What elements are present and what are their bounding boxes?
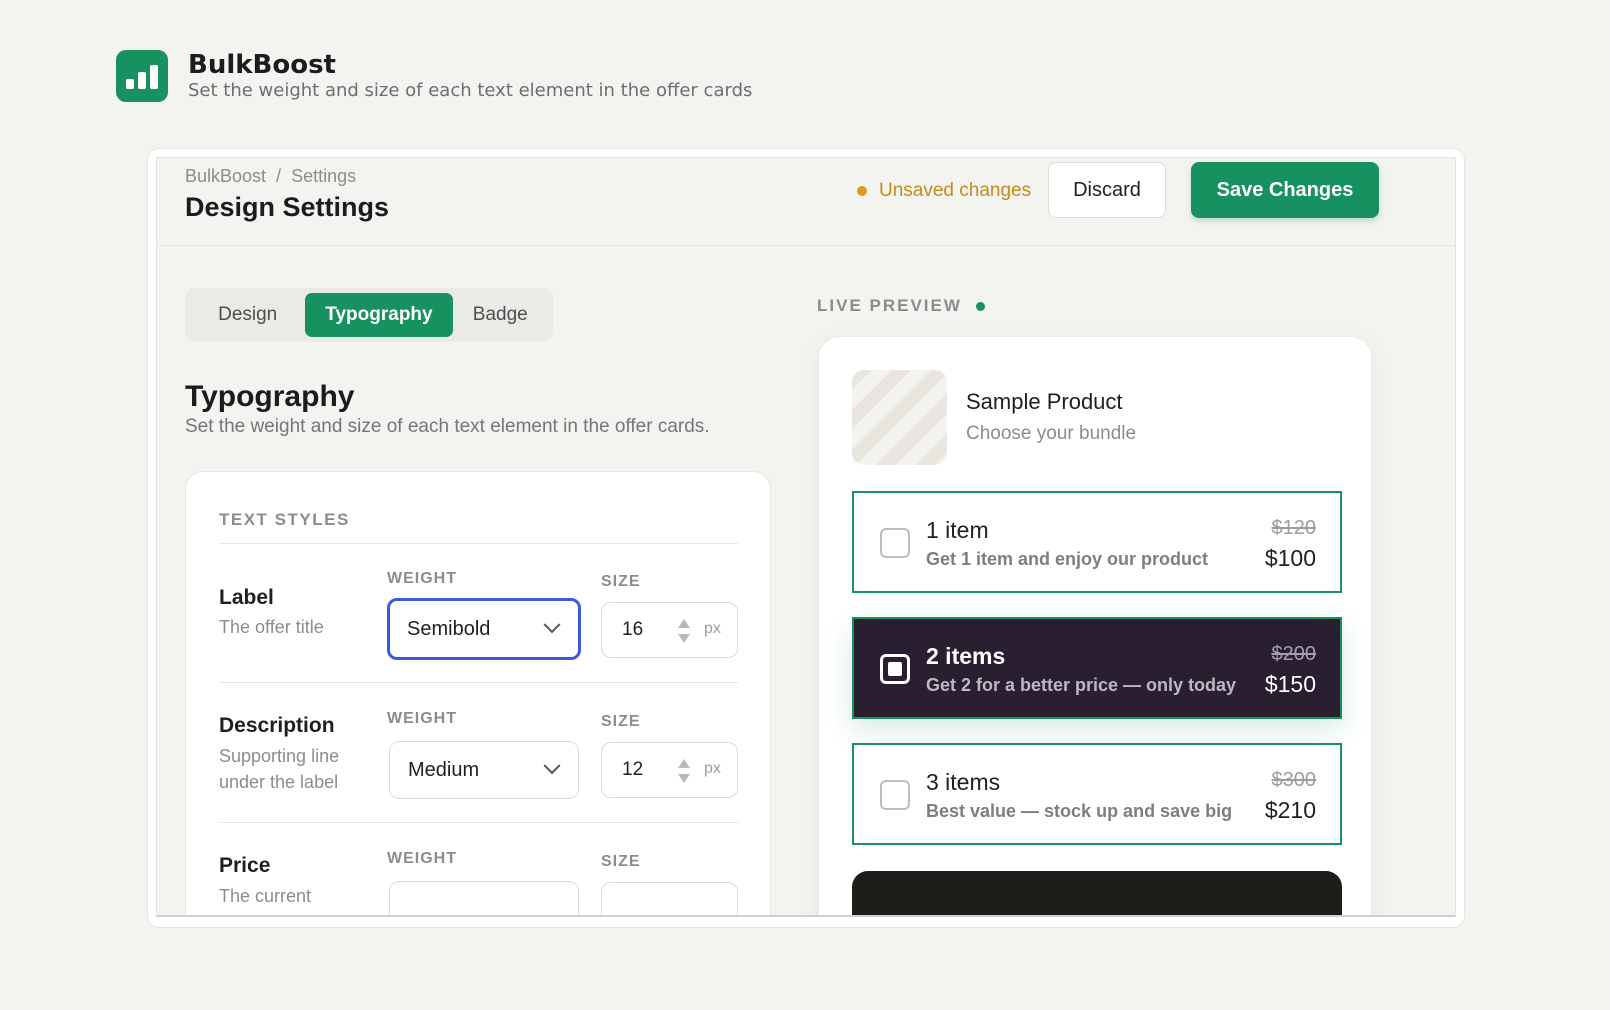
- offer-card-1[interactable]: 1 item Get 1 item and enjoy our product …: [852, 491, 1342, 593]
- weight-label: WEIGHT: [387, 850, 457, 867]
- offer-title: 2 items: [926, 643, 1006, 669]
- weight-label: WEIGHT: [387, 570, 457, 587]
- stepper-arrows-icon[interactable]: [678, 619, 690, 643]
- size-label: SIZE: [601, 573, 641, 590]
- app-frame: BulkBoost / Settings Design Settings Uns…: [147, 148, 1465, 928]
- offer-card-3[interactable]: 3 items Best value — stock up and save b…: [852, 743, 1342, 845]
- chevron-down-icon: [543, 616, 561, 634]
- unsaved-indicator: Unsaved changes: [857, 180, 1031, 202]
- offer-description: Get 2 for a better price — only today: [926, 675, 1237, 695]
- offer-old-price: $200: [1271, 643, 1317, 665]
- top-bar: BulkBoost / Settings Design Settings Uns…: [157, 158, 1455, 246]
- size-label: SIZE: [601, 713, 641, 730]
- size-label: SIZE: [601, 853, 641, 870]
- offer-card-2[interactable]: 2 items Get 2 for a better price — only …: [852, 617, 1342, 719]
- breadcrumb-separator: /: [276, 166, 282, 186]
- offer-description: Best value — stock up and save big: [926, 801, 1233, 821]
- breadcrumb: BulkBoost / Settings: [185, 166, 356, 187]
- tab-design[interactable]: Design: [190, 293, 305, 337]
- settings-tabs: Design Typography Badge: [185, 288, 553, 342]
- checkbox-icon[interactable]: [880, 528, 910, 558]
- description-size-input[interactable]: 12 px: [601, 742, 738, 798]
- tab-badge[interactable]: Badge: [453, 293, 548, 337]
- app-window: BulkBoost / Settings Design Settings Uns…: [156, 157, 1456, 917]
- status-dot-icon: [857, 186, 867, 196]
- row-description-hint: Supporting line under the label: [219, 746, 340, 792]
- offer-price: $150: [1264, 671, 1316, 697]
- offer-title: 3 items: [926, 769, 1001, 795]
- text-styles-card: TEXT STYLES Label The offer title WEIGHT…: [185, 471, 771, 915]
- checkbox-checked-icon[interactable]: [880, 654, 910, 684]
- breadcrumb-current[interactable]: Settings: [291, 166, 356, 187]
- live-preview-text: LIVE PREVIEW: [817, 296, 962, 315]
- product-subtitle: Choose your bundle: [966, 423, 1137, 444]
- label-weight-value: Semibold: [407, 617, 491, 640]
- description-size-value: 12: [622, 759, 644, 780]
- product-name: Sample Product: [966, 389, 1123, 414]
- weight-label: WEIGHT: [387, 710, 457, 727]
- page-title: Design Settings: [185, 192, 390, 222]
- discard-button[interactable]: Discard: [1048, 162, 1166, 218]
- unsaved-text: Unsaved changes: [879, 180, 1032, 201]
- row-price-title: Price: [219, 854, 271, 877]
- row-price-hint: The current: [219, 886, 312, 906]
- label-size-input[interactable]: 16 px: [601, 602, 738, 658]
- unit-label: px: [704, 620, 721, 637]
- add-to-cart-button[interactable]: [852, 871, 1342, 915]
- offer-price: $210: [1264, 797, 1316, 823]
- divider: [219, 682, 738, 683]
- label-size-value: 16: [622, 619, 644, 640]
- checkbox-icon[interactable]: [880, 780, 910, 810]
- unit-label: px: [704, 760, 721, 777]
- description-weight-select[interactable]: Medium: [389, 741, 579, 799]
- row-label-title: Label: [219, 586, 274, 609]
- live-preview-card: Sample Product Choose your bundle 1 item…: [818, 336, 1372, 915]
- description-weight-value: Medium: [408, 758, 480, 781]
- product-image-placeholder: [852, 370, 947, 465]
- bar-chart-icon: [116, 50, 168, 102]
- section-subtitle: Set the weight and size of each text ele…: [185, 416, 710, 437]
- divider: [219, 543, 738, 544]
- label-weight-select[interactable]: Semibold: [387, 598, 581, 660]
- row-label-hint: The offer title: [219, 617, 324, 637]
- breadcrumb-root[interactable]: BulkBoost: [185, 166, 266, 187]
- live-dot-icon: [975, 301, 985, 311]
- brand-subtitle: Set the weight and size of each text ele…: [188, 80, 753, 101]
- live-preview-label: LIVE PREVIEW: [817, 296, 985, 316]
- offer-title: 1 item: [926, 517, 989, 543]
- save-changes-button[interactable]: Save Changes: [1191, 162, 1379, 218]
- text-styles-heading: TEXT STYLES: [219, 510, 350, 529]
- price-size-input[interactable]: [601, 882, 738, 915]
- offer-old-price: $120: [1271, 517, 1317, 539]
- brand-header: BulkBoost Set the weight and size of eac…: [116, 50, 752, 102]
- brand-name: BulkBoost: [188, 50, 336, 80]
- offer-price: $100: [1264, 545, 1316, 571]
- divider: [219, 822, 738, 823]
- offer-old-price: $300: [1271, 769, 1317, 791]
- chevron-down-icon: [543, 757, 561, 775]
- section-title: Typography: [185, 380, 355, 413]
- price-weight-select[interactable]: [389, 881, 579, 915]
- tab-typography[interactable]: Typography: [305, 293, 453, 337]
- stepper-arrows-icon[interactable]: [678, 759, 690, 783]
- row-description-title: Description: [219, 714, 335, 737]
- offer-description: Get 1 item and enjoy our product: [926, 549, 1209, 569]
